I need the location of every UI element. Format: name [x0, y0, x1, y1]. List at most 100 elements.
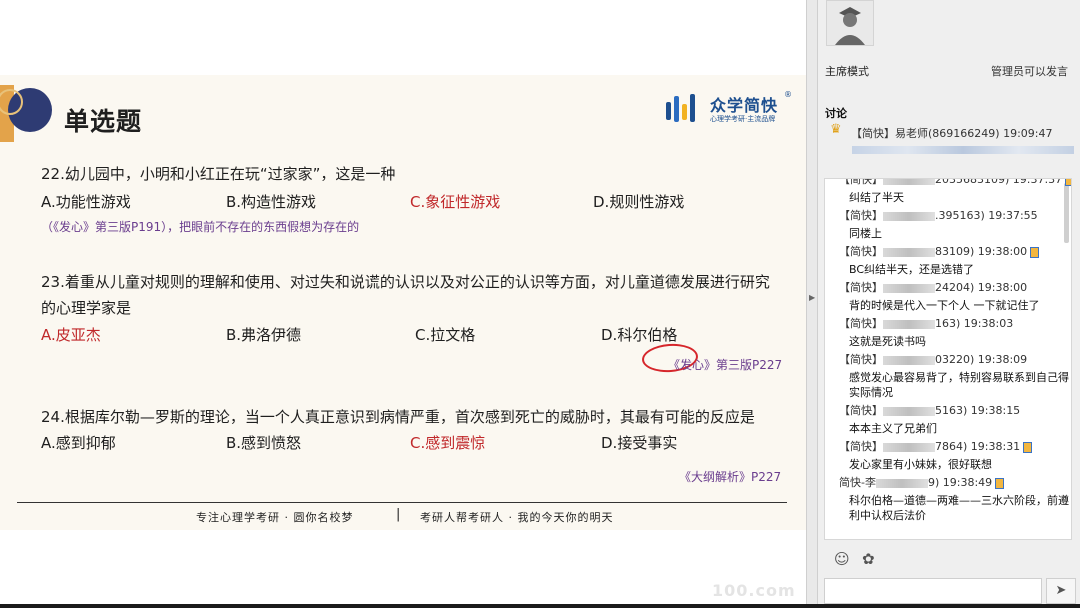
q24-option-a: A.感到抑郁: [41, 434, 116, 452]
chat-sender-prefix: 【简快】: [839, 209, 883, 222]
emoji-icon[interactable]: ☺: [834, 550, 850, 568]
avatar-user-icon: [827, 1, 873, 45]
chat-message-body: 发心家里有小妹妹，很好联想: [849, 458, 992, 471]
q24-option-d: D.接受事实: [601, 434, 678, 452]
chat-sender-blur: [883, 283, 935, 293]
q22-option-b: B.构造性游戏: [226, 193, 317, 211]
chat-message: 【简快】 03220) 19:38:09 感觉发心最容易背了，特别容易联系到自己得实…: [839, 351, 1069, 400]
pinned-header: 【简快】易老师(869166249) 19:09:47: [851, 127, 1053, 140]
question-23-text-line2: 的心理学家是: [41, 299, 132, 317]
chat-message-header: 【简快】 03220) 19:38:09: [839, 351, 1069, 367]
q23-note: 《发心》第三版P227: [668, 358, 783, 372]
slide-logo-icon: [0, 85, 52, 142]
q22-note: （《发心》第三版P191），把眼前不存在的东西假想为存在的: [41, 220, 360, 234]
side-panel: 主席模式 管理员可以发言 讨论 ♛ 【简快】易老师(869166249) 19:…: [818, 0, 1080, 604]
chat-sender-time: 24204) 19:38:00: [935, 281, 1028, 294]
question-22-text: 22.幼儿园中，小明和小红正在玩“过家家”，这是一种: [41, 165, 396, 183]
chat-message-body: 本本主义了兄弟们: [849, 422, 937, 435]
user-badge-icon: [995, 477, 1005, 489]
q24-option-c-answer: C.感到震惊: [410, 434, 486, 452]
chat-message: 【简快】 7864) 19:38:31 发心家里有小妹妹，很好联想: [839, 438, 1069, 472]
q23-option-a-answer: A.皮亚杰: [41, 326, 101, 344]
chat-sender-time: .395163) 19:37:55: [935, 209, 1038, 222]
chat-message-header: 【简快】 .395163) 19:37:55: [839, 207, 1069, 223]
chat-sender-prefix: 【简快】: [839, 178, 883, 186]
chat-sender-time: 7864) 19:38:31: [935, 440, 1021, 453]
chat-message-header: 【简快】 7864) 19:38:31: [839, 438, 1069, 454]
slide-viewport: 单选题 众学简快 ® 心理学考研·主流品牌 22.幼儿园中，小明和小红正在玩“过…: [0, 0, 806, 604]
chat-message: 【简快】 24204) 19:38:00 背的时候是代入一下个人 一下就记住了: [839, 279, 1069, 313]
presenter-avatar: [826, 0, 874, 46]
chat-sender-time: 5163) 19:38:15: [935, 404, 1021, 417]
q22-option-c-answer: C.象征性游戏: [410, 193, 501, 211]
user-badge-icon: [1030, 246, 1040, 258]
watermark: 100.com: [712, 581, 796, 600]
chat-sender-time: 83109) 19:38:00: [935, 245, 1028, 258]
chat-sender-prefix: 【简快】: [839, 281, 883, 294]
footer-slogan-right: 考研人帮考研人 · 我的今天你的明天: [420, 511, 614, 524]
slide-page: 单选题 众学简快 ® 心理学考研·主流品牌 22.幼儿园中，小明和小红正在玩“过…: [0, 75, 806, 530]
footer-separator: |: [396, 507, 401, 522]
chat-message-body: 这就是死读书吗: [849, 335, 926, 348]
chat-message: 【简快】 2035683109) 19:37:37 纠结了半天: [839, 178, 1071, 205]
chat-sender-blur: [883, 442, 935, 452]
chat-message-body: 纠结了半天: [849, 191, 904, 204]
admin-speak-status: 管理员可以发言: [991, 65, 1068, 78]
chat-sender-prefix: 【简快】: [839, 440, 883, 453]
chat-sender-time: 163) 19:38:03: [935, 317, 1014, 330]
q23-option-d: D.科尔伯格: [601, 326, 678, 344]
chat-message-body: 科尔伯格—道德—两难——三水六阶段，前遵利中认权后法价: [849, 494, 1069, 522]
q22-option-d: D.规则性游戏: [593, 193, 685, 211]
chat-message-header: 【简快】 24204) 19:38:00: [839, 279, 1069, 295]
bottom-bar: [0, 604, 1080, 608]
chat-sender-blur: [883, 247, 935, 257]
user-badge-icon: [1023, 441, 1033, 453]
q23-option-c: C.拉文格: [415, 326, 476, 344]
chat-message-body: 感觉发心最容易背了，特别容易联系到自己得实际情况: [849, 371, 1069, 399]
mode-label: 主席模式: [825, 65, 869, 78]
chat-sender-blur: [883, 355, 935, 365]
chat-message-header: 【简快】 163) 19:38:03: [839, 315, 1069, 331]
chat-message: 【简快】 163) 19:38:03 这就是死读书吗: [839, 315, 1069, 349]
chat-message-header: 简快-李 9) 19:38:49: [839, 474, 1069, 490]
panel-divider[interactable]: ▶: [806, 0, 818, 604]
chat-messages[interactable]: 【简快】 2035683109) 19:37:37 纠结了半天 【简快】 .395163…: [824, 178, 1072, 540]
chat-sender-blur: [883, 319, 935, 329]
send-icon[interactable]: ➤: [1046, 578, 1076, 604]
question-24-text: 24.根据库尔勒—罗斯的理论，当一个人真正意识到病情严重，首次感到死亡的威胁时，…: [41, 408, 755, 426]
chat-message-body: 同楼上: [849, 227, 882, 240]
discussion-title: 讨论: [825, 107, 847, 120]
chat-message-header: 【简快】 2035683109) 19:37:37: [839, 178, 1071, 187]
question-23-text-line1: 23.着重从儿童对规则的理解和使用、对过失和说谎的认识以及对公正的认识等方面，对…: [41, 273, 770, 291]
brand-logo: 众学简快 ® 心理学考研·主流品牌: [664, 90, 794, 128]
chat-message: 【简快】 5163) 19:38:15 本本主义了兄弟们: [839, 402, 1069, 436]
chat-message: 简快-李 9) 19:38:49 科尔伯格—道德—两难——三水六阶段，前遵利中认权后…: [839, 474, 1069, 523]
chat-message: 【简快】 .395163) 19:37:55 同楼上: [839, 207, 1069, 241]
chat-sender-time: 2035683109) 19:37:37: [935, 178, 1063, 186]
chat-sender-prefix: 【简快】: [839, 404, 883, 417]
slide-title: 单选题: [64, 107, 143, 136]
footer-divider: [17, 502, 787, 503]
chat-message: 【简快】 83109) 19:38:00 BC纠结半天，还是选错了: [839, 243, 1069, 277]
collapse-arrow-icon[interactable]: ▶: [809, 293, 815, 302]
chat-message-header: 【简快】 5163) 19:38:15: [839, 402, 1069, 418]
chat-sender-time: 9) 19:38:49: [927, 476, 993, 489]
brand-registered-mark: ®: [784, 90, 792, 99]
brand-name: 众学简快: [710, 96, 779, 115]
q22-option-a: A.功能性游戏: [41, 193, 131, 211]
flower-icon[interactable]: ✿: [862, 550, 875, 568]
chat-sender-prefix: 【简快】: [839, 245, 883, 258]
q23-option-b: B.弗洛伊德: [226, 326, 302, 344]
chat-sender-blur: [883, 211, 935, 221]
brand-mark-icon: [666, 94, 695, 122]
chat-sender-blur: [883, 179, 935, 185]
chat-sender-time: 03220) 19:38:09: [935, 353, 1028, 366]
chat-sender-blur: [875, 478, 928, 488]
chat-sender-prefix: 【简快】: [839, 317, 883, 330]
chat-input[interactable]: [824, 578, 1042, 604]
q24-note: 《大纲解析》P227: [679, 470, 782, 484]
chat-sender-prefix: 简快-李: [839, 476, 876, 489]
chat-sender-prefix: 【简快】: [839, 353, 883, 366]
q24-option-b: B.感到愤怒: [226, 434, 302, 452]
brand-slogan: 心理学考研·主流品牌: [710, 115, 776, 123]
